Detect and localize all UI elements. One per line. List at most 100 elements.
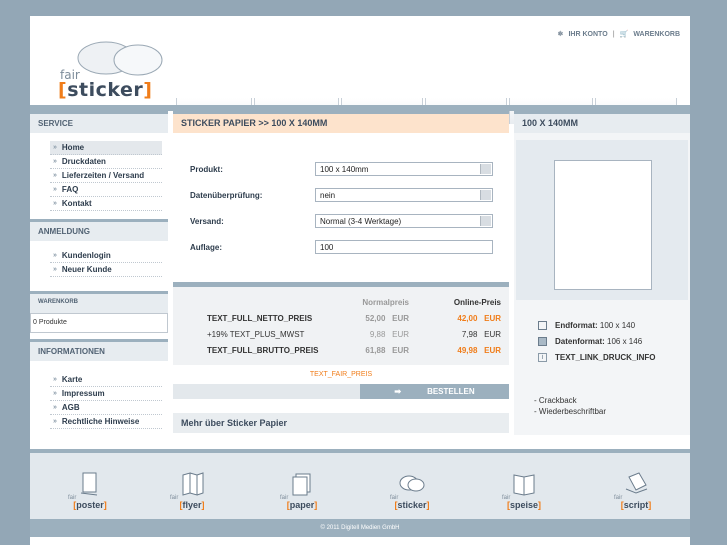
versand-label: Versand: bbox=[190, 217, 224, 226]
logo[interactable]: fair [sticker] bbox=[50, 36, 180, 116]
header: fair [sticker] ⚛ IHR KONTO | 🛒 WARENKORB… bbox=[30, 16, 690, 124]
cart-title: WARENKORB bbox=[30, 291, 168, 313]
sidebar: SERVICE » Home » Druckdaten » Lieferzeiten … bbox=[30, 111, 168, 437]
note-item: - Wiederbeschriftbar bbox=[534, 407, 607, 416]
format-title: 100 X 140MM bbox=[514, 111, 690, 133]
brand-paper[interactable]: fair [paper] bbox=[272, 471, 332, 510]
cart-summary[interactable]: 0 Produkte bbox=[30, 313, 168, 333]
footer-brands: fair [poster] fair [flyer] fair [paper] … bbox=[30, 449, 690, 519]
netto-normal: 52,00 EUR bbox=[365, 314, 409, 323]
service-title: SERVICE bbox=[30, 111, 168, 133]
sidebar-item-karte[interactable]: » Karte bbox=[50, 373, 162, 387]
form-row-produkt: Produkt: 100 x 140mm bbox=[173, 157, 509, 183]
sidebar-item-impressum[interactable]: » Impressum bbox=[50, 387, 162, 401]
login-title: ANMELDUNG bbox=[30, 219, 168, 241]
mwst-label: +19% TEXT_PLUS_MWST bbox=[207, 330, 305, 339]
chevron-right-icon: » bbox=[53, 418, 57, 425]
dropdown-arrow-icon bbox=[480, 216, 491, 226]
sidebar-item-neuer-kunde[interactable]: » Neuer Kunde bbox=[50, 263, 162, 277]
link-separator: | bbox=[612, 30, 615, 38]
chevron-right-icon: » bbox=[53, 390, 57, 397]
account-icon: ⚛ bbox=[557, 31, 564, 38]
versand-select[interactable]: Normal (3-4 Werktage) bbox=[315, 214, 493, 228]
produkt-select[interactable]: 100 x 140mm bbox=[315, 162, 493, 176]
arrow-right-icon: ➡ bbox=[394, 387, 402, 396]
price-row-mwst: +19% TEXT_PLUS_MWST 9,88 EUR 7,98 EUR bbox=[173, 327, 509, 343]
druck-info-link[interactable]: i TEXT_LINK_DRUCK_INFO bbox=[538, 353, 655, 362]
chevron-right-icon: » bbox=[53, 158, 57, 165]
product-notes: - Crackback - Wiederbeschriftbar bbox=[534, 395, 606, 417]
dropdown-arrow-icon bbox=[480, 164, 491, 174]
chevron-right-icon: » bbox=[53, 376, 57, 383]
chevron-right-icon: » bbox=[53, 144, 57, 151]
format-preview bbox=[554, 160, 652, 290]
brand-sticker[interactable]: fair [sticker] bbox=[382, 471, 442, 510]
sidebar-item-home[interactable]: » Home bbox=[50, 141, 162, 155]
breadcrumb: STICKER PAPIER >> 100 X 140MM bbox=[173, 111, 509, 133]
price-row-netto: TEXT_FULL_NETTO_PREIS 52,00 EUR 42,00 EU… bbox=[173, 311, 509, 327]
top-links: ⚛ IHR KONTO | 🛒 WARENKORB bbox=[557, 30, 680, 39]
brutto-online: 49,98 EUR bbox=[457, 346, 501, 355]
form-row-datenpruefung: Datenüberprüfung: nein bbox=[173, 183, 509, 209]
datenformat-swatch-icon bbox=[538, 337, 547, 346]
order-bar: ➡ BESTELLEN bbox=[173, 384, 509, 399]
mwst-normal: 9,88 EUR bbox=[369, 330, 409, 339]
chevron-right-icon: » bbox=[53, 404, 57, 411]
brand-poster[interactable]: fair [poster] bbox=[60, 471, 120, 510]
datenpruefung-select[interactable]: nein bbox=[315, 188, 493, 202]
endformat-swatch-icon bbox=[538, 321, 547, 330]
chevron-right-icon: » bbox=[53, 186, 57, 193]
paper-icon bbox=[292, 473, 311, 496]
netto-online: 42,00 EUR bbox=[457, 314, 501, 323]
form-row-versand: Versand: Normal (3-4 Werktage) bbox=[173, 209, 509, 235]
mwst-online: 7,98 EUR bbox=[461, 330, 501, 339]
sidebar-item-agb[interactable]: » AGB bbox=[50, 401, 162, 415]
sidebar-item-faq[interactable]: » FAQ bbox=[50, 183, 162, 197]
brand-speise[interactable]: fair [speise] bbox=[494, 471, 554, 510]
chevron-right-icon: » bbox=[53, 252, 57, 259]
price-row-brutto: TEXT_FULL_BRUTTO_PREIS 61,88 EUR 49,98 E… bbox=[173, 343, 509, 359]
info-title: INFORMATIONEN bbox=[30, 339, 168, 361]
copyright: © 2011 Digitell Medien GmbH bbox=[30, 519, 690, 537]
produkt-label: Produkt: bbox=[190, 165, 223, 174]
chevron-right-icon: » bbox=[53, 200, 57, 207]
preview-area bbox=[516, 140, 688, 300]
price-header-row: Normalpreis Online-Preis bbox=[173, 295, 509, 311]
format-panel: 100 X 140MM Endformat: 100 x 140 Datenfo… bbox=[514, 111, 690, 435]
sidebar-item-druckdaten[interactable]: » Druckdaten bbox=[50, 155, 162, 169]
datenpruefung-label: Datenüberprüfung: bbox=[190, 191, 263, 200]
netto-label: TEXT_FULL_NETTO_PREIS bbox=[207, 314, 313, 323]
logo-sticker: [sticker] bbox=[58, 79, 153, 101]
script-icon bbox=[625, 472, 648, 494]
logo-bubble-icon bbox=[77, 41, 163, 76]
login-list: » Kundenlogin » Neuer Kunde bbox=[30, 241, 168, 285]
chevron-right-icon: » bbox=[53, 172, 57, 179]
sidebar-item-kundenlogin[interactable]: » Kundenlogin bbox=[50, 249, 162, 263]
info-icon: i bbox=[538, 353, 547, 362]
flyer-icon bbox=[182, 472, 204, 496]
brand-flyer[interactable]: fair [flyer] bbox=[162, 471, 222, 510]
auflage-input[interactable]: 100 bbox=[315, 240, 493, 254]
poster-icon bbox=[80, 472, 98, 496]
brand-script[interactable]: fair [script] bbox=[606, 471, 666, 510]
cart-icon: 🛒 bbox=[619, 31, 629, 38]
endformat-legend: Endformat: 100 x 140 bbox=[538, 321, 635, 330]
top-strip bbox=[30, 0, 690, 16]
form-row-auflage: Auflage: 100 bbox=[173, 235, 509, 261]
order-button[interactable]: ➡ BESTELLEN bbox=[360, 384, 509, 399]
note-item: - Crackback bbox=[534, 396, 577, 405]
service-list: » Home » Druckdaten » Lieferzeiten / Versan… bbox=[30, 133, 168, 219]
datenformat-legend: Datenformat: 106 x 146 bbox=[538, 337, 642, 346]
normal-price-header: Normalpreis bbox=[362, 298, 409, 307]
sidebar-item-rechtliche-hinweise[interactable]: » Rechtliche Hinweise bbox=[50, 415, 162, 429]
chevron-right-icon: » bbox=[53, 266, 57, 273]
account-link[interactable]: IHR KONTO bbox=[568, 31, 607, 38]
sidebar-item-kontakt[interactable]: » Kontakt bbox=[50, 197, 162, 211]
sticker-icon bbox=[399, 475, 425, 492]
cart-link[interactable]: WARENKORB bbox=[633, 31, 680, 38]
page: fair [sticker] ⚛ IHR KONTO | 🛒 WARENKORB… bbox=[30, 0, 690, 545]
sidebar-item-lieferzeiten[interactable]: » Lieferzeiten / Versand bbox=[50, 169, 162, 183]
brutto-label: TEXT_FULL_BRUTTO_PREIS bbox=[207, 346, 319, 355]
main-content: STICKER PAPIER >> 100 X 140MM Produkt: 1… bbox=[173, 111, 509, 433]
more-about-title[interactable]: Mehr über Sticker Papier bbox=[173, 413, 509, 433]
